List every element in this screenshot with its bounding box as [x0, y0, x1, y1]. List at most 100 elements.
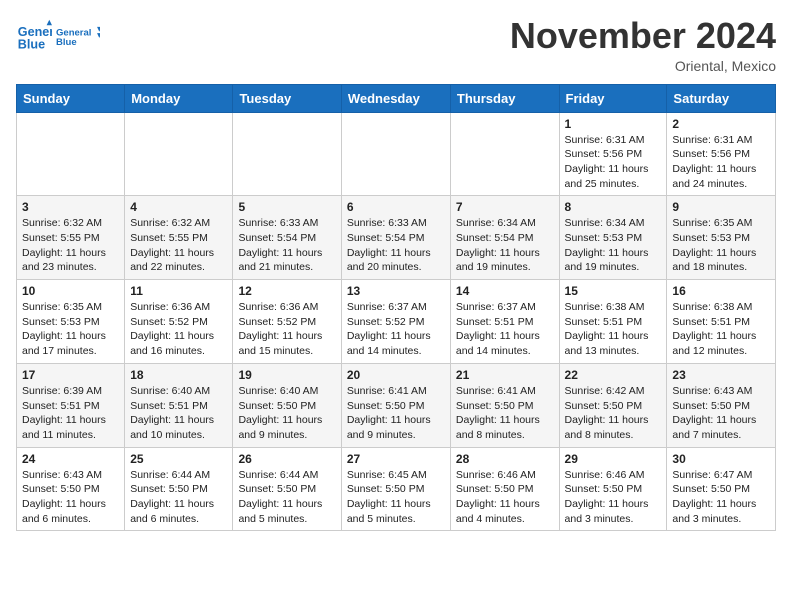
day-number: 16: [672, 284, 770, 298]
month-title: November 2024: [510, 16, 776, 56]
calendar-day-cell: 21Sunrise: 6:41 AM Sunset: 5:50 PM Dayli…: [450, 363, 559, 447]
calendar-day-cell: 5 Sunrise: 6:33 AM Sunset: 5:54 PM Daylig…: [233, 196, 341, 280]
day-info: Sunrise: 6:46 AM Sunset: 5:50 PM Dayligh…: [565, 468, 662, 527]
day-number: 11: [130, 284, 227, 298]
calendar-week-row: 3 Sunrise: 6:32 AM Sunset: 5:55 PM Daylig…: [17, 196, 776, 280]
day-number: 12: [238, 284, 335, 298]
day-number: 19: [238, 368, 335, 382]
day-number: 15: [565, 284, 662, 298]
day-number: 26: [238, 452, 335, 466]
calendar-day-cell: 6 Sunrise: 6:33 AM Sunset: 5:54 PM Daylig…: [341, 196, 450, 280]
day-info: Sunrise: 6:32 AM Sunset: 5:55 PM Dayligh…: [130, 216, 227, 275]
logo-icon: General Blue: [16, 18, 52, 54]
day-info: Sunrise: 6:38 AM Sunset: 5:51 PM Dayligh…: [672, 300, 770, 359]
weekday-header-cell: Wednesday: [341, 84, 450, 112]
day-number: 22: [565, 368, 662, 382]
day-info: Sunrise: 6:40 AM Sunset: 5:51 PM Dayligh…: [130, 384, 227, 443]
day-number: 8: [565, 200, 662, 214]
calendar-day-cell: 4Sunrise: 6:32 AM Sunset: 5:55 PM Daylig…: [125, 196, 233, 280]
logo: General Blue General Blue: [16, 16, 100, 56]
calendar-day-cell: 8 Sunrise: 6:34 AM Sunset: 5:53 PM Daylig…: [559, 196, 667, 280]
calendar-day-cell: 17 Sunrise: 6:39 AM Sunset: 5:51 PM Dayli…: [17, 363, 125, 447]
calendar-day-cell: 28 Sunrise: 6:46 AM Sunset: 5:50 PM Dayli…: [450, 447, 559, 531]
calendar-day-cell: 9 Sunrise: 6:35 AM Sunset: 5:53 PM Daylig…: [667, 196, 776, 280]
day-info: Sunrise: 6:44 AM Sunset: 5:50 PM Dayligh…: [130, 468, 227, 527]
weekday-header-cell: Sunday: [17, 84, 125, 112]
calendar-day-cell: 13Sunrise: 6:37 AM Sunset: 5:52 PM Dayli…: [341, 280, 450, 364]
generalblue-logo-svg: General Blue: [56, 16, 100, 56]
calendar-body: 1Sunrise: 6:31 AM Sunset: 5:56 PM Daylig…: [17, 112, 776, 531]
day-info: Sunrise: 6:41 AM Sunset: 5:50 PM Dayligh…: [347, 384, 445, 443]
day-info: Sunrise: 6:32 AM Sunset: 5:55 PM Dayligh…: [22, 216, 119, 275]
calendar-week-row: 1Sunrise: 6:31 AM Sunset: 5:56 PM Daylig…: [17, 112, 776, 196]
weekday-header-row: SundayMondayTuesdayWednesdayThursdayFrid…: [17, 84, 776, 112]
calendar-week-row: 24Sunrise: 6:43 AM Sunset: 5:50 PM Dayli…: [17, 447, 776, 531]
day-info: Sunrise: 6:34 AM Sunset: 5:53 PM Dayligh…: [565, 216, 662, 275]
day-number: 3: [22, 200, 119, 214]
svg-text:Blue: Blue: [18, 38, 45, 52]
day-number: 27: [347, 452, 445, 466]
day-number: 1: [565, 117, 662, 131]
calendar-day-cell: [17, 112, 125, 196]
day-info: Sunrise: 6:43 AM Sunset: 5:50 PM Dayligh…: [22, 468, 119, 527]
title-block: November 2024 Oriental, Mexico: [510, 16, 776, 74]
day-info: Sunrise: 6:38 AM Sunset: 5:51 PM Dayligh…: [565, 300, 662, 359]
calendar-day-cell: [125, 112, 233, 196]
calendar-day-cell: 29Sunrise: 6:46 AM Sunset: 5:50 PM Dayli…: [559, 447, 667, 531]
day-info: Sunrise: 6:43 AM Sunset: 5:50 PM Dayligh…: [672, 384, 770, 443]
location: Oriental, Mexico: [510, 58, 776, 74]
day-number: 28: [456, 452, 554, 466]
calendar-day-cell: 11 Sunrise: 6:36 AM Sunset: 5:52 PM Dayli…: [125, 280, 233, 364]
day-number: 20: [347, 368, 445, 382]
day-number: 21: [456, 368, 554, 382]
calendar-day-cell: 24Sunrise: 6:43 AM Sunset: 5:50 PM Dayli…: [17, 447, 125, 531]
day-info: Sunrise: 6:36 AM Sunset: 5:52 PM Dayligh…: [130, 300, 227, 359]
calendar-day-cell: 1Sunrise: 6:31 AM Sunset: 5:56 PM Daylig…: [559, 112, 667, 196]
calendar-day-cell: 19 Sunrise: 6:40 AM Sunset: 5:50 PM Dayli…: [233, 363, 341, 447]
day-number: 7: [456, 200, 554, 214]
day-number: 5: [238, 200, 335, 214]
day-number: 10: [22, 284, 119, 298]
calendar-day-cell: 23 Sunrise: 6:43 AM Sunset: 5:50 PM Dayli…: [667, 363, 776, 447]
calendar-table: SundayMondayTuesdayWednesdayThursdayFrid…: [16, 84, 776, 532]
calendar-day-cell: 3 Sunrise: 6:32 AM Sunset: 5:55 PM Daylig…: [17, 196, 125, 280]
day-info: Sunrise: 6:37 AM Sunset: 5:52 PM Dayligh…: [347, 300, 445, 359]
calendar-week-row: 17 Sunrise: 6:39 AM Sunset: 5:51 PM Dayli…: [17, 363, 776, 447]
calendar-day-cell: 18 Sunrise: 6:40 AM Sunset: 5:51 PM Dayli…: [125, 363, 233, 447]
day-info: Sunrise: 6:45 AM Sunset: 5:50 PM Dayligh…: [347, 468, 445, 527]
day-number: 6: [347, 200, 445, 214]
calendar-week-row: 10Sunrise: 6:35 AM Sunset: 5:53 PM Dayli…: [17, 280, 776, 364]
calendar-day-cell: 27 Sunrise: 6:45 AM Sunset: 5:50 PM Dayli…: [341, 447, 450, 531]
day-info: Sunrise: 6:36 AM Sunset: 5:52 PM Dayligh…: [238, 300, 335, 359]
calendar-day-cell: 10Sunrise: 6:35 AM Sunset: 5:53 PM Dayli…: [17, 280, 125, 364]
day-number: 14: [456, 284, 554, 298]
day-info: Sunrise: 6:33 AM Sunset: 5:54 PM Dayligh…: [347, 216, 445, 275]
day-number: 25: [130, 452, 227, 466]
calendar-day-cell: [450, 112, 559, 196]
day-number: 17: [22, 368, 119, 382]
day-info: Sunrise: 6:42 AM Sunset: 5:50 PM Dayligh…: [565, 384, 662, 443]
day-info: Sunrise: 6:47 AM Sunset: 5:50 PM Dayligh…: [672, 468, 770, 527]
weekday-header-cell: Tuesday: [233, 84, 341, 112]
calendar-day-cell: 12 Sunrise: 6:36 AM Sunset: 5:52 PM Dayli…: [233, 280, 341, 364]
day-info: Sunrise: 6:33 AM Sunset: 5:54 PM Dayligh…: [238, 216, 335, 275]
page-header: General Blue General Blue November 2024 …: [16, 16, 776, 74]
calendar-day-cell: 7Sunrise: 6:34 AM Sunset: 5:54 PM Daylig…: [450, 196, 559, 280]
calendar-day-cell: 26Sunrise: 6:44 AM Sunset: 5:50 PM Dayli…: [233, 447, 341, 531]
day-number: 23: [672, 368, 770, 382]
day-info: Sunrise: 6:35 AM Sunset: 5:53 PM Dayligh…: [672, 216, 770, 275]
calendar-day-cell: 25 Sunrise: 6:44 AM Sunset: 5:50 PM Dayli…: [125, 447, 233, 531]
weekday-header-cell: Monday: [125, 84, 233, 112]
weekday-header-cell: Friday: [559, 84, 667, 112]
day-info: Sunrise: 6:39 AM Sunset: 5:51 PM Dayligh…: [22, 384, 119, 443]
day-info: Sunrise: 6:40 AM Sunset: 5:50 PM Dayligh…: [238, 384, 335, 443]
calendar-day-cell: 2Sunrise: 6:31 AM Sunset: 5:56 PM Daylig…: [667, 112, 776, 196]
calendar-day-cell: 16 Sunrise: 6:38 AM Sunset: 5:51 PM Dayli…: [667, 280, 776, 364]
calendar-day-cell: 14Sunrise: 6:37 AM Sunset: 5:51 PM Dayli…: [450, 280, 559, 364]
day-number: 9: [672, 200, 770, 214]
day-number: 18: [130, 368, 227, 382]
calendar-day-cell: 30Sunrise: 6:47 AM Sunset: 5:50 PM Dayli…: [667, 447, 776, 531]
day-number: 2: [672, 117, 770, 131]
calendar-day-cell: 20 Sunrise: 6:41 AM Sunset: 5:50 PM Dayli…: [341, 363, 450, 447]
day-info: Sunrise: 6:46 AM Sunset: 5:50 PM Dayligh…: [456, 468, 554, 527]
